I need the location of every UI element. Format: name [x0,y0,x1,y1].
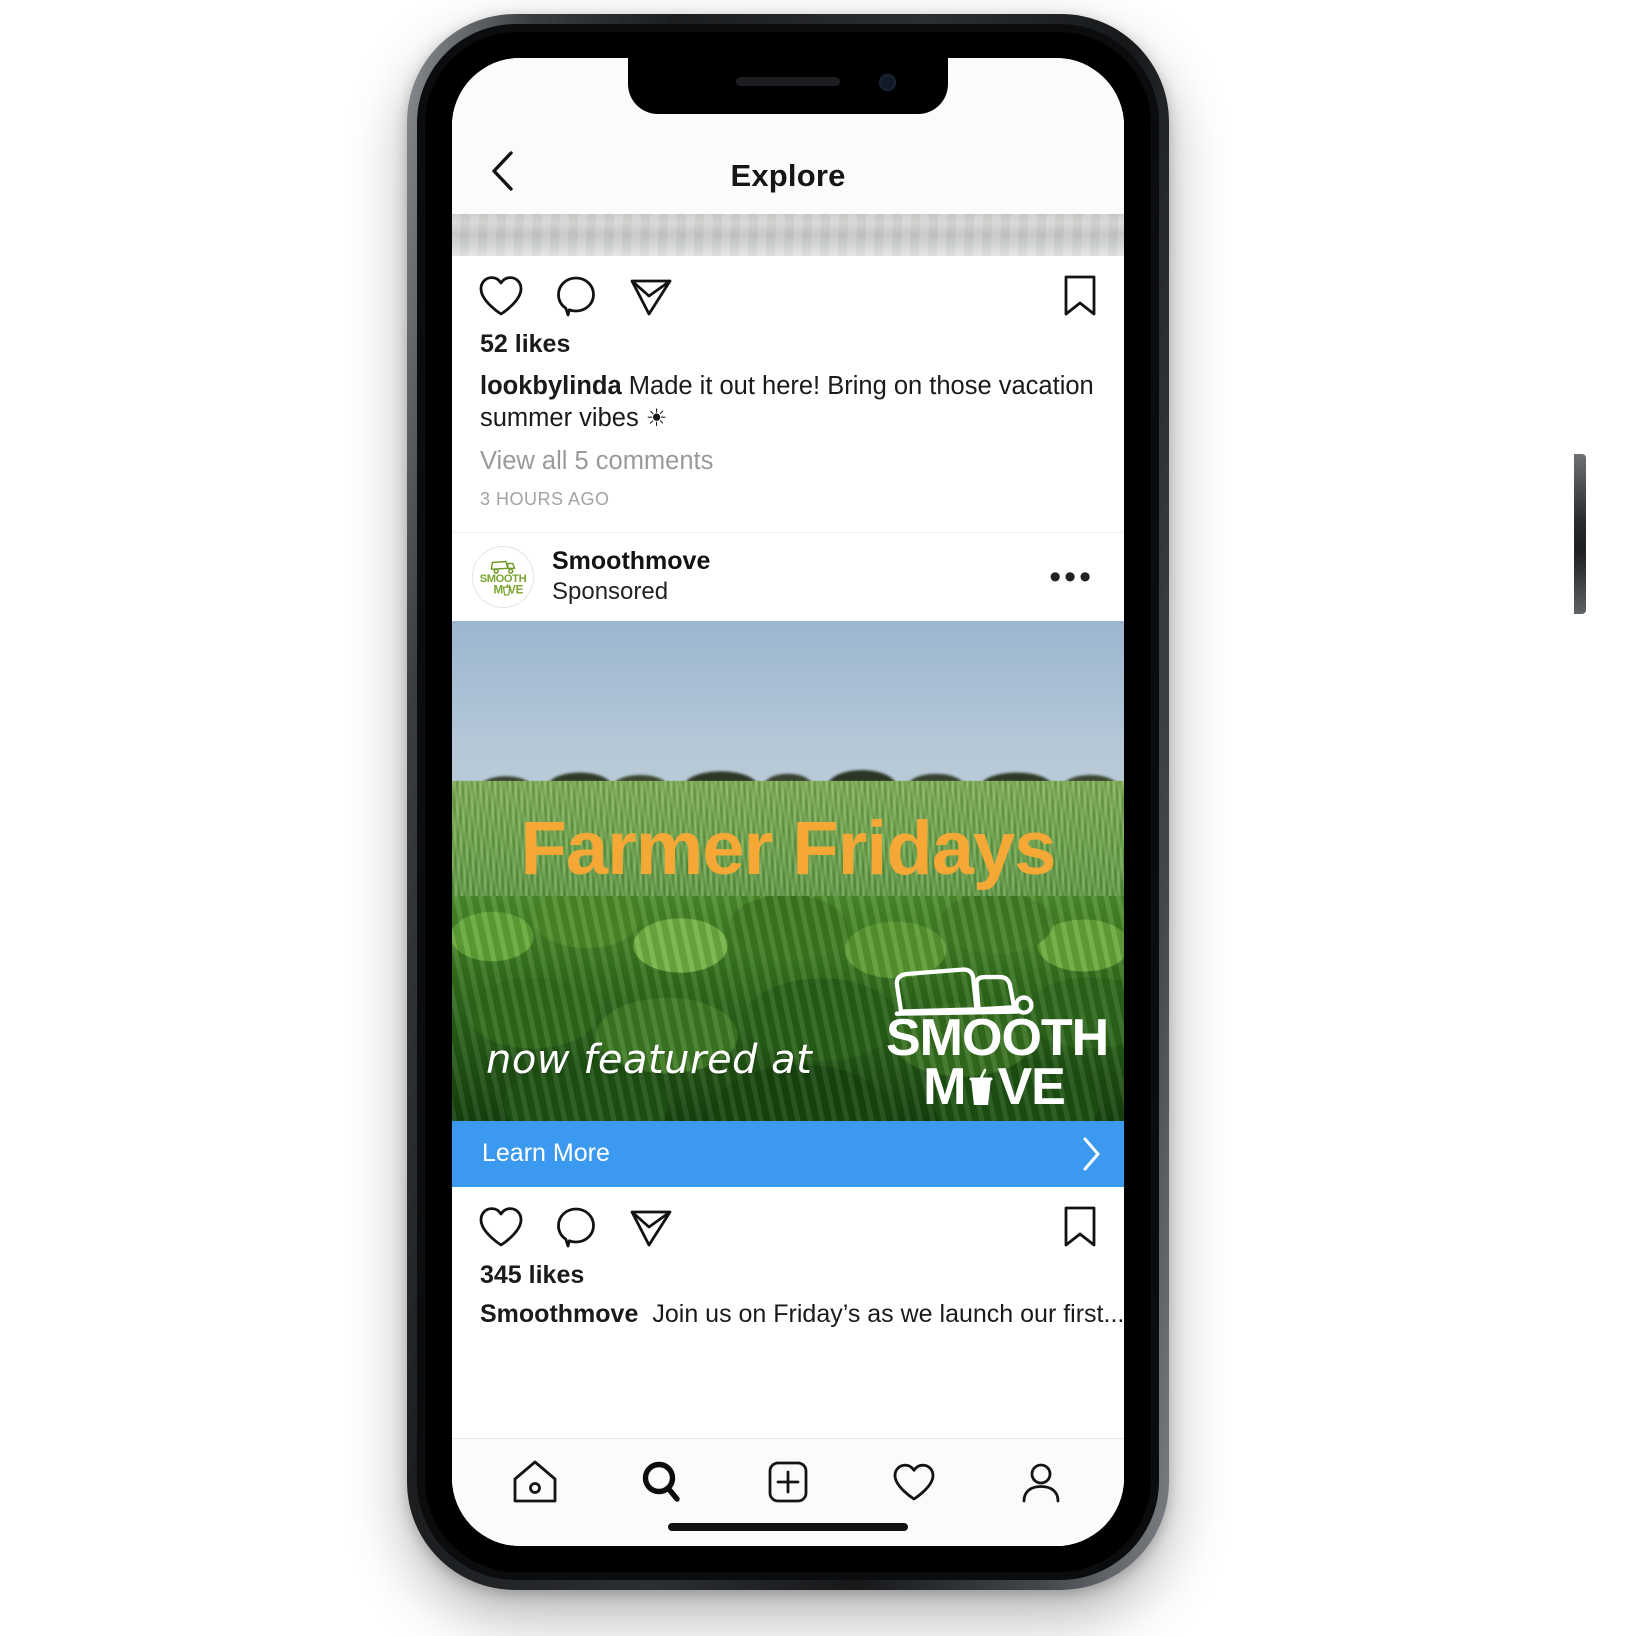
ad-logo-line-2: M VE [886,1058,1102,1117]
tab-profile[interactable] [1001,1450,1081,1514]
ad-like-button[interactable] [478,1205,524,1249]
svg-text:M: M [494,583,503,596]
tab-search[interactable] [622,1450,702,1514]
previous-post-image[interactable] [452,214,1124,256]
ad-logo-line-2-prefix: M [923,1058,966,1117]
instagram-app: Explore 52 likes lookbylinda Made it out… [452,58,1124,1546]
ad-like-count: 345 likes [480,1260,585,1289]
sun-emoji: ☀ [645,404,668,432]
sponsored-post-header-text: Smoothmove Sponsored [552,547,1049,607]
phone-notch [628,58,948,114]
post-like-count: 52 likes [480,330,571,358]
home-indicator [668,1523,908,1531]
heart-icon [479,276,523,316]
smoothmove-avatar-logo-icon: SMOOTH M VE [480,560,527,596]
ad-comment-button[interactable] [554,1205,598,1249]
ad-subline: now featured at [486,1036,813,1083]
smoothie-cup-icon [969,1068,993,1106]
ad-save-button[interactable] [1062,1205,1098,1249]
sponsored-label: Sponsored [552,578,669,606]
phone-device-frame: Explore 52 likes lookbylinda Made it out… [407,14,1586,1590]
ad-caption: Smoothmove Join us on Friday’s as we laun… [452,1290,1124,1329]
tab-home[interactable] [495,1450,575,1514]
ad-caption-username[interactable]: Smoothmove [480,1300,638,1328]
bookmark-icon [1064,1206,1096,1247]
comment-button[interactable] [554,274,598,318]
phone-screen: Explore 52 likes lookbylinda Made it out… [452,58,1124,1546]
tab-new-post[interactable] [748,1450,828,1514]
ad-headline: Farmer Fridays [520,805,1056,891]
ad-caption-text: Join us on Friday’s as we launch our fir… [652,1299,1124,1328]
tab-activity[interactable] [874,1450,954,1514]
post-caption-username[interactable]: lookbylinda [480,372,622,400]
paper-plane-icon [630,279,672,316]
save-button[interactable] [1062,274,1098,318]
chevron-right-icon [1083,1137,1100,1171]
profile-icon [1022,1463,1060,1502]
comment-bubble-icon [557,276,595,317]
comment-bubble-icon [557,1207,595,1248]
home-icon [513,1460,557,1502]
learn-more-cta-button[interactable]: Learn More [452,1120,1124,1187]
activity-heart-icon [893,1463,935,1500]
ad-actionbar [452,1187,1124,1255]
front-camera-icon [879,74,896,91]
view-comments-link[interactable]: View all 5 comments [452,435,1124,476]
ad-smoothmove-logo: SMOOTH M VE [886,962,1109,1117]
share-button[interactable] [628,274,674,318]
ad-creative-image[interactable]: Farmer Fridays now featured at SMOOTH M … [452,620,1124,1121]
post-actionbar [452,256,1124,324]
paper-plane-icon [630,1210,672,1247]
post-timestamp: 3 HOURS AGO [480,488,610,509]
search-icon [642,1461,680,1502]
bookmark-icon [1064,275,1096,316]
page-title: Explore [730,158,846,193]
more-options-button[interactable]: ••• [1049,559,1100,594]
sponsored-post-header: SMOOTH M VE Smoothmove Sponsored ••• [452,533,1124,621]
add-post-icon [768,1461,808,1502]
cta-label: Learn More [482,1139,610,1168]
ad-logo-line-1: SMOOTH [886,1008,1109,1067]
ad-logo-line-2-suffix: VE [997,1058,1065,1117]
heart-icon [479,1206,523,1247]
like-button[interactable] [478,274,524,318]
sponsored-account-name[interactable]: Smoothmove [552,547,1049,577]
feed-scroll-area[interactable] [452,1328,1124,1438]
phone-power-button[interactable] [1574,454,1586,614]
post-caption: lookbylinda Made it out here! Bring on t… [452,359,1124,435]
avatar[interactable]: SMOOTH M VE [472,545,534,608]
screenshot-root: Explore 52 likes lookbylinda Made it out… [0,0,1636,1636]
svg-text:VE: VE [508,583,523,596]
earpiece-speaker [736,77,840,86]
ad-share-button[interactable] [628,1205,674,1249]
